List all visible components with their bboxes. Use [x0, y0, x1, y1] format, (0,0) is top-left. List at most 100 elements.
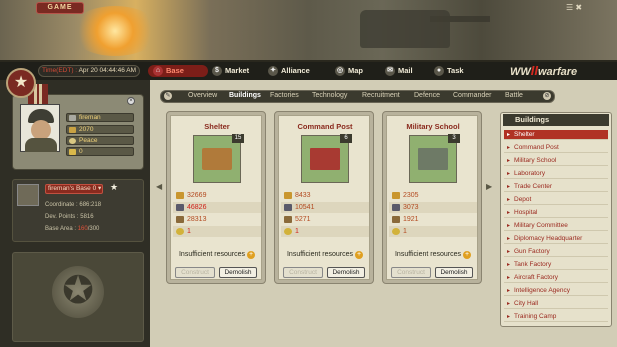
nav-alliance[interactable]: ✦ Alliance	[268, 65, 310, 77]
oil-icon	[176, 204, 184, 211]
ww2-warfare-logo: WWIIwarfare	[510, 63, 578, 78]
steel-icon	[176, 216, 184, 223]
tab-recruitment[interactable]: Recruitment	[362, 92, 400, 99]
base-selector[interactable]: fireman's Base 0 ▾	[45, 184, 103, 194]
task-icon: ●	[434, 66, 444, 76]
mail-icon: ✉	[385, 66, 395, 76]
tab-left-icon[interactable]: ✎	[164, 92, 172, 100]
insufficient-resources-msg: Insufficient resources +	[394, 251, 471, 259]
construct-button[interactable]: Construct	[175, 267, 215, 278]
building-card-military-school: Military School 3 2305 3073 1921 1 Insuf…	[382, 111, 482, 284]
next-page-icon[interactable]: ▶	[486, 182, 492, 191]
tab-factories[interactable]: Factories	[270, 92, 299, 99]
user-icon	[69, 115, 76, 121]
tab-overview[interactable]: Overview	[188, 92, 217, 99]
sidebar-item-tank-factory[interactable]: Tank Factory	[504, 260, 608, 270]
cost-money: 32669	[173, 190, 261, 201]
sidebar-item-laboratory[interactable]: Laboratory	[504, 169, 608, 179]
explosion-art	[70, 6, 160, 56]
add-resources-icon[interactable]: +	[463, 251, 471, 259]
construct-button[interactable]: Construct	[283, 267, 323, 278]
building-title: Military School	[406, 122, 460, 131]
nav-task[interactable]: ● Task	[434, 65, 464, 77]
tab-bar	[160, 90, 555, 103]
oil-icon	[392, 204, 400, 211]
cost-oil: 3073	[389, 202, 477, 213]
game-logo[interactable]: GAME	[36, 2, 84, 14]
construct-button[interactable]: Construct	[391, 267, 431, 278]
command-post-icon	[310, 148, 340, 170]
sidebar-item-diplomacy-headquarter[interactable]: Diplomacy Headquarter	[504, 234, 608, 244]
tab-commander[interactable]: Commander	[453, 92, 492, 99]
add-resources-icon[interactable]: +	[247, 251, 255, 259]
cost-time: 1	[173, 226, 261, 237]
tab-buildings[interactable]: Buildings	[229, 92, 261, 99]
prev-page-icon[interactable]: ◀	[156, 182, 162, 191]
sidebar-item-city-hall[interactable]: City Hall	[504, 299, 608, 309]
sidebar-item-military-committee[interactable]: Military Committee	[504, 221, 608, 231]
alliance-icon: ✦	[268, 66, 278, 76]
tab-battle[interactable]: Battle	[505, 92, 523, 99]
demolish-button[interactable]: Demolish	[327, 267, 365, 278]
emblem-icon: ✪	[52, 266, 104, 318]
window-controls-icon[interactable]: ☰ ✖	[566, 3, 582, 12]
steel-icon	[392, 216, 400, 223]
tab-defence[interactable]: Defence	[414, 92, 440, 99]
demolish-button[interactable]: Demolish	[219, 267, 257, 278]
sidebar-item-aircraft-factory[interactable]: Aircraft Factory	[504, 273, 608, 283]
cost-money: 8433	[281, 190, 369, 201]
sidebar-item-hospital[interactable]: Hospital	[504, 208, 608, 218]
trophy-icon	[69, 127, 76, 133]
steel-icon	[284, 216, 292, 223]
clock-label: Time(EDT) :	[41, 67, 78, 74]
base-badge: 0	[92, 185, 97, 192]
clock-value: Apr 20 04:44:46 AM	[78, 67, 137, 74]
level-badge: 15	[232, 134, 244, 143]
tank-art	[360, 10, 490, 48]
home-icon: ⌂	[153, 66, 163, 76]
level-badge: 6	[340, 134, 352, 143]
building-card-command-post: Command Post 6 8433 10541 5271 1 Insuffi…	[274, 111, 374, 284]
favorite-star-icon[interactable]: ★	[110, 182, 118, 193]
sidebar-item-depot[interactable]: Depot	[504, 195, 608, 205]
nav-mail[interactable]: ✉ Mail	[385, 65, 413, 77]
player-points: 2070	[66, 125, 134, 134]
nav-base[interactable]: ⌂ Base	[148, 65, 208, 77]
sidebar-title: Buildings	[503, 114, 609, 126]
cost-steel: 1921	[389, 214, 477, 225]
insufficient-resources-msg: Insufficient resources +	[178, 251, 255, 259]
close-icon[interactable]: ×	[127, 97, 135, 105]
nav-market[interactable]: $ Market	[212, 65, 249, 77]
money-icon	[392, 192, 400, 199]
cost-time: 1	[389, 226, 477, 237]
game-banner	[0, 0, 617, 62]
base-thumbnail[interactable]	[17, 184, 39, 206]
sidebar-item-intelligence-agency[interactable]: Intelligence Agency	[504, 286, 608, 296]
tab-right-icon[interactable]: ⊘	[543, 92, 551, 100]
sidebar-item-military-school[interactable]: Military School	[504, 156, 608, 166]
money-icon	[176, 192, 184, 199]
time-icon	[284, 228, 292, 235]
base-coordinate: Coordinate : 686:218	[45, 202, 102, 208]
market-icon: $	[212, 66, 222, 76]
cost-oil: 46826	[173, 202, 261, 213]
cost-steel: 5271	[281, 214, 369, 225]
add-resources-icon[interactable]: +	[355, 251, 363, 259]
sidebar-item-trade-center[interactable]: Trade Center	[504, 182, 608, 192]
server-clock: Time(EDT) : Apr 20 04:44:46 AM	[38, 65, 140, 77]
building-title: Shelter	[204, 122, 230, 131]
cost-time: 1	[281, 226, 369, 237]
sidebar-item-shelter[interactable]: Shelter	[504, 130, 608, 140]
gold-icon	[69, 149, 76, 155]
insufficient-resources-msg: Insufficient resources +	[286, 251, 363, 259]
nav-map[interactable]: ◎ Map	[335, 65, 363, 77]
base-area: Base Area : 160/300	[45, 226, 100, 232]
sidebar-item-gun-factory[interactable]: Gun Factory	[504, 247, 608, 257]
demolish-button[interactable]: Demolish	[435, 267, 473, 278]
sidebar-item-command-post[interactable]: Command Post	[504, 143, 608, 153]
level-badge: 3	[448, 134, 460, 143]
shelter-icon	[202, 148, 232, 170]
sidebar-item-training-camp[interactable]: Training Camp	[504, 312, 608, 322]
avatar[interactable]	[20, 104, 60, 152]
tab-technology[interactable]: Technology	[312, 92, 347, 99]
